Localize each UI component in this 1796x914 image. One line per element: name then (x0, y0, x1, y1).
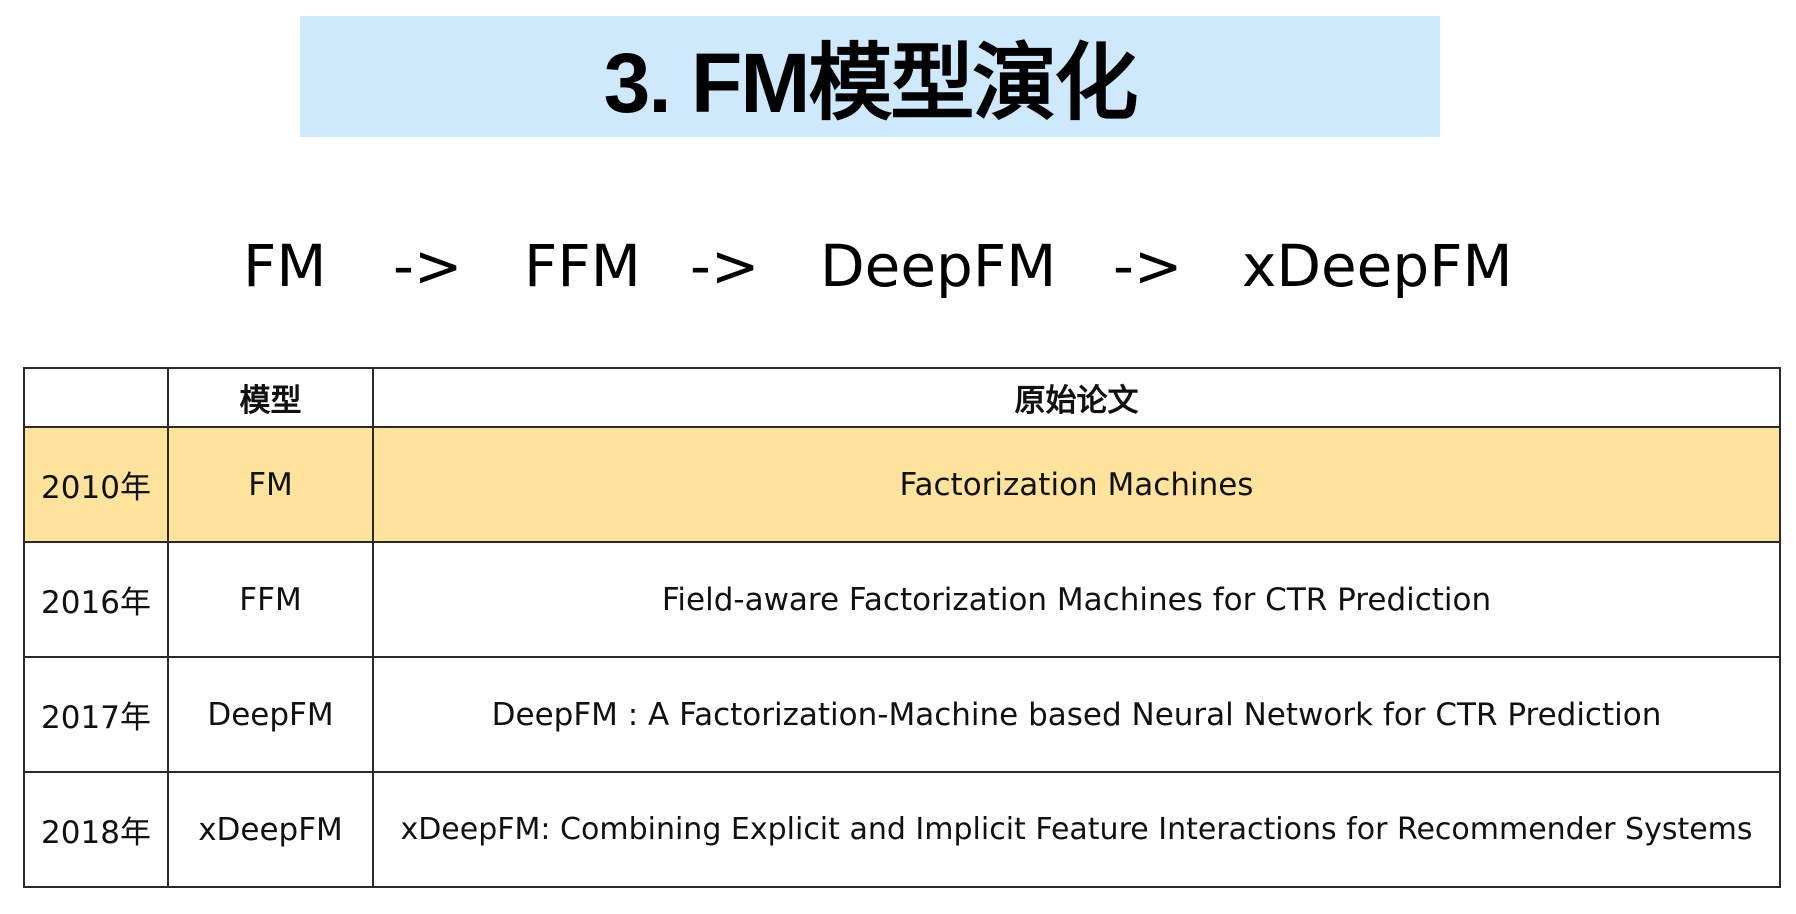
flow-item-fm: FM (243, 232, 327, 300)
cell-model: xDeepFM (167, 771, 374, 888)
cell-model: FM (167, 426, 374, 543)
cell-paper: DeepFM : A Factorization-Machine based N… (372, 656, 1781, 773)
title-banner: 3. FM模型演化 (300, 16, 1440, 137)
flow-arrow: -> (1113, 232, 1183, 300)
flow-item-ffm: FFM (524, 232, 641, 300)
flow-item-deepfm: DeepFM (820, 232, 1057, 300)
flow-arrow: -> (393, 232, 463, 300)
page-title: 3. FM模型演化 (603, 36, 1139, 130)
flow-item-xdeepfm: xDeepFM (1242, 232, 1513, 300)
cell-paper: xDeepFM: Combining Explicit and Implicit… (372, 771, 1781, 888)
cell-paper: Factorization Machines (372, 426, 1781, 543)
table-row: 2017年 DeepFM DeepFM : A Factorization-Ma… (23, 656, 1781, 773)
cell-model: FFM (167, 541, 374, 658)
cell-paper: Field-aware Factorization Machines for C… (372, 541, 1781, 658)
header-paper: 原始论文 (372, 367, 1781, 428)
table-row: 2016年 FFM Field-aware Factorization Mach… (23, 541, 1781, 658)
header-year (23, 367, 169, 428)
cell-model: DeepFM (167, 656, 374, 773)
cell-year: 2017年 (23, 656, 169, 773)
table-row: 2018年 xDeepFM xDeepFM: Combining Explici… (23, 771, 1781, 888)
header-model: 模型 (167, 367, 374, 428)
cell-year: 2010年 (23, 426, 169, 543)
table-row: 2010年 FM Factorization Machines (23, 426, 1781, 543)
cell-year: 2016年 (23, 541, 169, 658)
flow-arrow: -> (690, 232, 760, 300)
model-table: 模型 原始论文 2010年 FM Factorization Machines … (23, 367, 1781, 888)
cell-year: 2018年 (23, 771, 169, 888)
table-header: 模型 原始论文 (23, 367, 1781, 428)
